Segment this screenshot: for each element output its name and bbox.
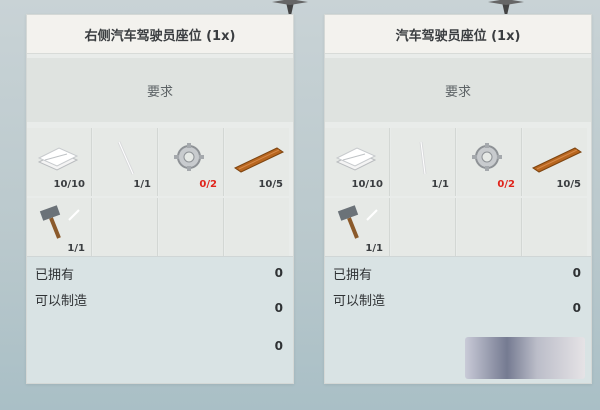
owned-label: 已拥有	[333, 267, 373, 283]
ingredient-slot[interactable]: 1/1	[325, 198, 390, 260]
ingredient-count: 10/10	[351, 179, 383, 190]
crafting-status: 已拥有 0 可以制造 0	[325, 256, 591, 383]
extra-value: 0	[274, 339, 283, 353]
background-artwork-fragment	[465, 337, 585, 379]
ingredient-slot[interactable]: 1/1	[27, 198, 92, 260]
requirements-header: 要求	[27, 58, 293, 122]
crafting-panel-driver-seat: 汽车驾驶员座位 (1x) 要求 10/10 1/1 0/2 10/5 1/1 已…	[324, 14, 592, 384]
gear-part-icon	[174, 143, 204, 171]
ingredient-slot[interactable]: 1/1	[93, 128, 158, 196]
empty-slot	[391, 198, 456, 260]
empty-slot	[159, 198, 224, 260]
nail-icon	[117, 141, 135, 175]
craftable-value: 0	[274, 301, 283, 315]
craftable-value: 0	[572, 301, 581, 315]
ingredient-count: 0/2	[199, 179, 217, 190]
crafting-status: 已拥有 0 可以制造 0 0	[27, 256, 293, 383]
craftable-label: 可以制造	[333, 293, 386, 309]
craftable-row: 可以制造	[35, 289, 283, 309]
ingredient-grid: 10/10 1/1 0/2 10/5 1/1	[325, 128, 591, 260]
empty-slot	[457, 198, 522, 260]
craftable-label: 可以制造	[35, 293, 88, 309]
ingredient-slot[interactable]: 10/5	[225, 128, 289, 196]
gear-part-icon	[472, 143, 502, 171]
owned-label: 已拥有	[35, 267, 75, 283]
wood-plank-icon	[531, 147, 583, 173]
requirements-header: 要求	[325, 58, 591, 122]
paper-stack-icon	[37, 147, 79, 171]
wood-plank-icon	[233, 147, 285, 173]
ingredient-slot[interactable]: 10/10	[27, 128, 92, 196]
crafting-panel-right-seat: 右侧汽车驾驶员座位 (1x) 要求 10/10 1/1 0/2 10/5 1/1…	[26, 14, 294, 384]
ingredient-count: 0/2	[497, 179, 515, 190]
empty-slot	[523, 198, 587, 260]
owned-row: 已拥有 0	[35, 263, 283, 283]
ingredient-count: 10/5	[556, 179, 581, 190]
ingredient-slot[interactable]: 1/1	[391, 128, 456, 196]
nail-icon	[419, 141, 427, 175]
panel-title: 汽车驾驶员座位 (1x)	[325, 15, 591, 54]
hammer-icon	[337, 205, 378, 239]
ingredient-count: 1/1	[365, 243, 383, 254]
ingredient-count: 1/1	[133, 179, 151, 190]
craftable-row: 可以制造	[333, 289, 581, 309]
ingredient-slot[interactable]: 0/2	[457, 128, 522, 196]
empty-slot	[93, 198, 158, 260]
paper-stack-icon	[335, 147, 377, 171]
ingredient-grid: 10/10 1/1 0/2 10/5 1/1	[27, 128, 293, 260]
owned-value: 0	[274, 266, 283, 280]
hammer-icon	[39, 205, 80, 239]
panel-title: 右侧汽车驾驶员座位 (1x)	[27, 15, 293, 54]
ingredient-count: 1/1	[431, 179, 449, 190]
ingredient-count: 10/10	[53, 179, 85, 190]
ingredient-count: 10/5	[258, 179, 283, 190]
owned-row: 已拥有 0	[333, 263, 581, 283]
ingredient-count: 1/1	[67, 243, 85, 254]
ingredient-slot[interactable]: 10/10	[325, 128, 390, 196]
ingredient-slot[interactable]: 10/5	[523, 128, 587, 196]
owned-value: 0	[572, 266, 581, 280]
ingredient-slot[interactable]: 0/2	[159, 128, 224, 196]
empty-slot	[225, 198, 289, 260]
